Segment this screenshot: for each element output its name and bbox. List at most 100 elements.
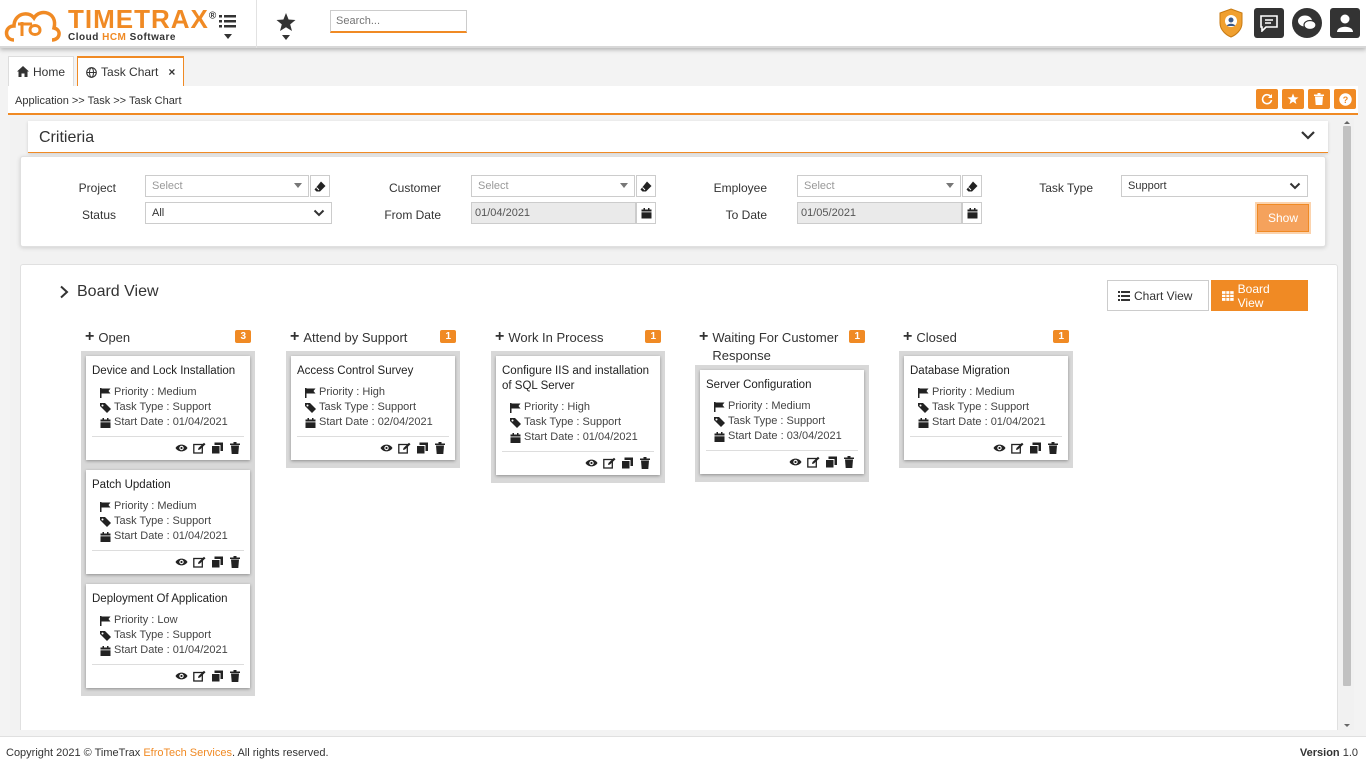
copy-button[interactable] xyxy=(1029,442,1042,454)
eye-icon xyxy=(789,458,802,466)
column-title: Closed xyxy=(916,330,957,345)
logo[interactable]: TIMETRAX® Cloud HCM Software xyxy=(2,2,217,46)
list-icon xyxy=(1118,290,1130,301)
edit-button[interactable] xyxy=(193,556,206,568)
copy-button[interactable] xyxy=(825,456,838,468)
edit-button[interactable] xyxy=(807,456,820,468)
task-card[interactable]: Device and Lock Installation Priority : M… xyxy=(86,356,250,460)
edit-button[interactable] xyxy=(1011,442,1024,454)
from-date-calendar-button[interactable] xyxy=(636,202,656,224)
chevron-down-icon[interactable] xyxy=(1300,127,1316,143)
view-button[interactable] xyxy=(175,442,188,454)
status-select[interactable]: All xyxy=(145,202,332,224)
project-select[interactable]: Select xyxy=(145,175,309,197)
delete-button[interactable] xyxy=(1308,89,1330,109)
show-button[interactable]: Show xyxy=(1257,204,1309,232)
tab-home-label: Home xyxy=(33,64,66,79)
to-date-input[interactable]: 01/05/2021 xyxy=(797,202,962,224)
column-title: Work In Process xyxy=(508,330,604,345)
view-button[interactable] xyxy=(380,442,393,454)
logo-title: TIMETRAX xyxy=(68,3,209,34)
from-date-input[interactable]: 01/04/2021 xyxy=(471,202,636,224)
delete-button[interactable] xyxy=(229,442,242,454)
flag-icon xyxy=(100,387,111,398)
clear-employee-button[interactable] xyxy=(962,175,982,197)
view-button[interactable] xyxy=(993,442,1006,454)
task-start-date: Start Date : 01/04/2021 xyxy=(92,643,244,658)
task-type-select[interactable]: Support xyxy=(1121,175,1308,197)
task-type-label: Task Type xyxy=(1039,181,1093,195)
edit-button[interactable] xyxy=(193,670,206,682)
board-view-title: Board View xyxy=(77,283,159,300)
scroll-up-icon[interactable] xyxy=(1340,118,1354,126)
task-card[interactable]: Server Configuration Priority : Medium Tas… xyxy=(700,370,864,474)
view-button[interactable] xyxy=(789,456,802,468)
delete-button[interactable] xyxy=(434,442,447,454)
clear-project-button[interactable] xyxy=(310,175,330,197)
edit-icon xyxy=(398,442,411,454)
clear-customer-button[interactable] xyxy=(636,175,656,197)
copy-button[interactable] xyxy=(621,457,634,469)
copy-button[interactable] xyxy=(211,442,224,454)
refresh-icon xyxy=(1261,93,1273,105)
customer-select[interactable]: Select xyxy=(471,175,635,197)
copy-button[interactable] xyxy=(211,670,224,682)
flag-icon xyxy=(305,387,316,398)
notification-badge-button[interactable] xyxy=(1216,8,1246,38)
copy-button[interactable] xyxy=(416,442,429,454)
chat-button[interactable] xyxy=(1292,8,1322,38)
criteria-header[interactable]: Critieria xyxy=(28,121,1328,153)
delete-button[interactable] xyxy=(843,456,856,468)
add-favorite-button[interactable] xyxy=(1282,89,1304,109)
add-task-icon[interactable]: + xyxy=(495,329,504,347)
edit-button[interactable] xyxy=(193,442,206,454)
org-link[interactable]: EfroTech Services xyxy=(143,747,232,759)
column-header: + Closed 1 xyxy=(899,329,1073,351)
add-task-icon[interactable]: + xyxy=(290,329,299,347)
delete-button[interactable] xyxy=(229,556,242,568)
view-button[interactable] xyxy=(585,457,598,469)
employee-select[interactable]: Select xyxy=(797,175,961,197)
edit-button[interactable] xyxy=(603,457,616,469)
breadcrumb-bar: Application >> Task >> Task Chart ? xyxy=(8,86,1358,115)
task-card[interactable]: Patch Updation Priority : Medium Task Type… xyxy=(86,470,250,574)
delete-button[interactable] xyxy=(1047,442,1060,454)
flag-icon xyxy=(714,401,725,412)
task-card[interactable]: Database Migration Priority : Medium Task … xyxy=(904,356,1068,460)
search-input[interactable] xyxy=(330,10,467,33)
tab-home[interactable]: Home xyxy=(8,56,75,86)
task-card[interactable]: Access Control Survey Priority : High Task… xyxy=(291,356,455,460)
favorites-button[interactable] xyxy=(274,12,298,42)
edit-button[interactable] xyxy=(398,442,411,454)
chart-view-button[interactable]: Chart View xyxy=(1107,280,1209,311)
task-card[interactable]: Configure IIS and installation of SQL Se… xyxy=(496,356,660,475)
close-tab-icon[interactable]: × xyxy=(168,65,175,79)
add-task-icon[interactable]: + xyxy=(699,329,708,365)
delete-button[interactable] xyxy=(229,670,242,682)
board-view-button[interactable]: Board View xyxy=(1211,280,1308,311)
messages-button[interactable] xyxy=(1254,8,1284,38)
user-profile-button[interactable] xyxy=(1330,8,1360,38)
svg-text:?: ? xyxy=(1342,95,1348,105)
scroll-down-icon[interactable] xyxy=(1340,722,1354,730)
delete-button[interactable] xyxy=(639,457,652,469)
tab-task-chart[interactable]: Task Chart × xyxy=(77,56,185,86)
refresh-button[interactable] xyxy=(1256,89,1278,109)
board-panel: Board View Chart View Board View + Open 3 D… xyxy=(20,264,1338,730)
view-button[interactable] xyxy=(175,670,188,682)
scrollbar-thumb[interactable] xyxy=(1343,126,1351,686)
copy-button[interactable] xyxy=(211,556,224,568)
to-date-calendar-button[interactable] xyxy=(962,202,982,224)
eye-icon xyxy=(175,444,188,452)
add-task-icon[interactable]: + xyxy=(85,329,94,347)
task-title: Configure IIS and installation of SQL Se… xyxy=(502,365,650,392)
column-body: Access Control Survey Priority : High Task… xyxy=(286,351,460,468)
view-button[interactable] xyxy=(175,556,188,568)
menu-toggle-button[interactable] xyxy=(216,12,240,42)
vertical-scrollbar[interactable] xyxy=(1340,118,1354,730)
add-task-icon[interactable]: + xyxy=(903,329,912,347)
board-view-toggle[interactable]: Board View xyxy=(59,283,159,301)
help-button[interactable]: ? xyxy=(1334,89,1356,109)
shield-badge-icon xyxy=(1219,8,1243,38)
task-card[interactable]: Deployment Of Application Priority : Low T… xyxy=(86,584,250,688)
